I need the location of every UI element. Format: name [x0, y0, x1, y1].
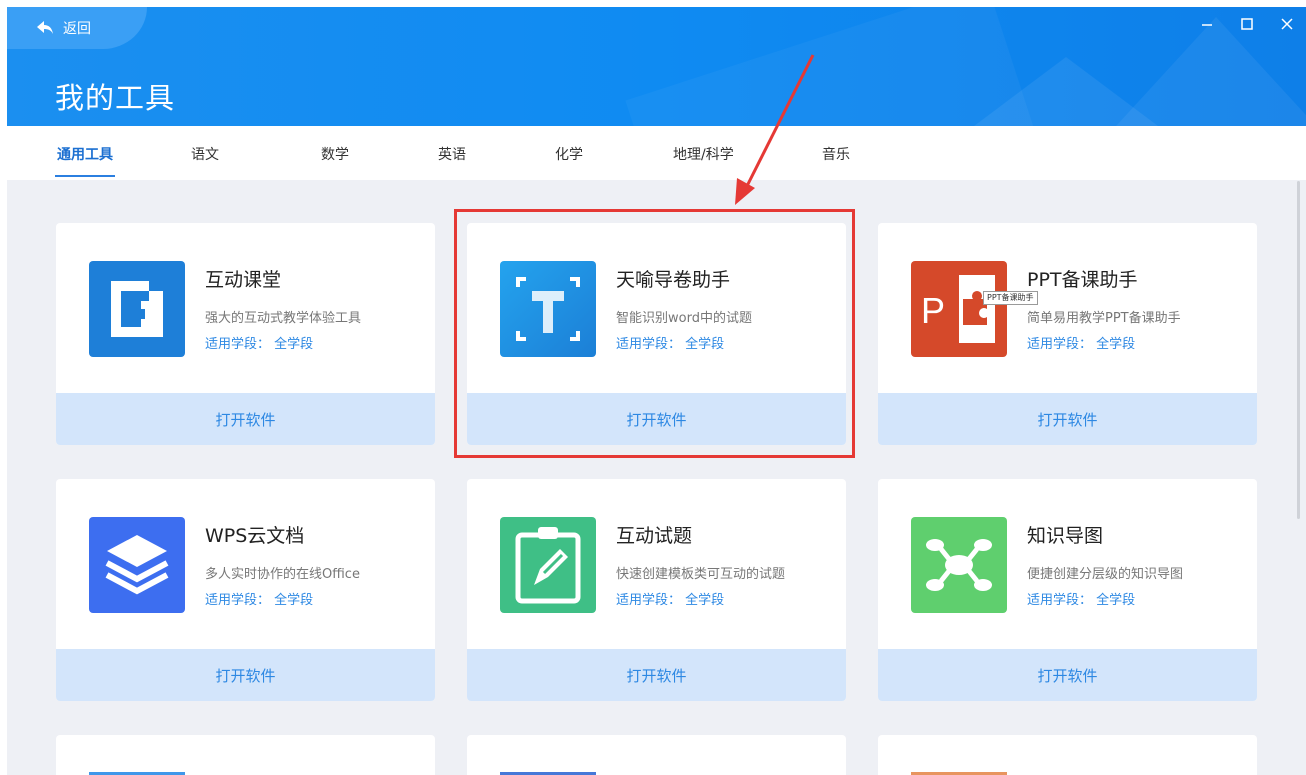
open-software-button[interactable]: 打开软件 — [467, 393, 846, 445]
back-button[interactable]: 返回 — [7, 7, 147, 49]
open-software-button[interactable]: 打开软件 — [467, 649, 846, 701]
title-bar: 返回 我的工具 — [7, 7, 1306, 126]
tab-general-tools[interactable]: 通用工具 — [55, 144, 115, 177]
tool-name: 互动课堂 — [205, 269, 282, 291]
maximize-button[interactable] — [1236, 13, 1258, 35]
tab-music[interactable]: 音乐 — [822, 144, 850, 164]
tool-name: 互动试题 — [616, 525, 693, 547]
tool-card[interactable] — [467, 735, 846, 775]
minimize-icon — [1202, 24, 1212, 26]
svg-text:P: P — [921, 290, 945, 331]
subject-tabs: 通用工具 语文 数学 英语 化学 地理/科学 音乐 — [7, 126, 1306, 180]
tab-chinese[interactable]: 语文 — [191, 144, 219, 164]
tool-card: 互动试题 快速创建模板类可互动的试题 适用学段： 全学段 打开软件 — [467, 479, 846, 701]
tool-description: 快速创建模板类可互动的试题 — [616, 567, 786, 582]
scrollbar[interactable] — [1297, 181, 1300, 519]
maximize-icon — [1241, 18, 1253, 30]
tab-english[interactable]: 英语 — [438, 144, 466, 164]
tool-level: 适用学段： 全学段 — [205, 593, 314, 608]
tool-name: 天喻导卷助手 — [616, 269, 731, 291]
tab-chemistry[interactable]: 化学 — [555, 144, 583, 164]
tool-level: 适用学段： 全学段 — [616, 593, 725, 608]
tool-description: 便捷创建分层级的知识导图 — [1027, 567, 1184, 582]
tool-card: 知识导图 便捷创建分层级的知识导图 适用学段： 全学段 打开软件 — [878, 479, 1257, 701]
tool-level: 适用学段： 全学段 — [1027, 593, 1136, 608]
tool-card[interactable] — [878, 735, 1257, 775]
close-icon — [1281, 18, 1293, 30]
wps-cloud-icon — [89, 517, 185, 613]
tool-name: WPS云文档 — [205, 525, 305, 547]
tool-card: P PPT备课助手 简单易用教学PPT备课助手 适用学段： 全学段 打开软件 — [878, 223, 1257, 445]
open-software-button[interactable]: 打开软件 — [878, 393, 1257, 445]
paper-import-icon — [500, 261, 596, 357]
interactive-question-icon — [500, 517, 596, 613]
tool-description: 多人实时协作的在线Office — [205, 567, 360, 582]
close-button[interactable] — [1276, 13, 1298, 35]
tool-card[interactable] — [56, 735, 435, 775]
tool-name: 知识导图 — [1027, 525, 1104, 547]
tool-card: 互动课堂 强大的互动式教学体验工具 适用学段： 全学段 打开软件 — [56, 223, 435, 445]
tool-name: PPT备课助手 — [1027, 269, 1138, 291]
open-software-button[interactable]: 打开软件 — [56, 393, 435, 445]
window-controls — [1196, 13, 1298, 35]
tool-level: 适用学段： 全学段 — [616, 337, 725, 352]
tool-description: 强大的互动式教学体验工具 — [205, 311, 362, 326]
tool-level: 适用学段： 全学段 — [1027, 337, 1136, 352]
open-software-button[interactable]: 打开软件 — [878, 649, 1257, 701]
tool-description: 智能识别word中的试题 — [616, 311, 752, 326]
tab-geography-science[interactable]: 地理/科学 — [673, 144, 734, 164]
minimize-button[interactable] — [1196, 13, 1218, 35]
tool-level: 适用学段： 全学段 — [205, 337, 314, 352]
page-title: 我的工具 — [55, 81, 176, 115]
ppt-icon: P — [911, 261, 1007, 357]
tool-card: WPS云文档 多人实时协作的在线Office 适用学段： 全学段 打开软件 — [56, 479, 435, 701]
tool-card: 天喻导卷助手 智能识别word中的试题 适用学段： 全学段 打开软件 — [467, 223, 846, 445]
open-software-button[interactable]: 打开软件 — [56, 649, 435, 701]
mind-map-icon — [911, 517, 1007, 613]
back-label: 返回 — [63, 21, 91, 37]
tab-math[interactable]: 数学 — [321, 144, 349, 164]
interactive-class-icon — [89, 261, 185, 357]
back-arrow-icon — [37, 21, 53, 34]
tooltip: PPT备课助手 — [983, 291, 1038, 305]
tool-description: 简单易用教学PPT备课助手 — [1027, 311, 1181, 326]
